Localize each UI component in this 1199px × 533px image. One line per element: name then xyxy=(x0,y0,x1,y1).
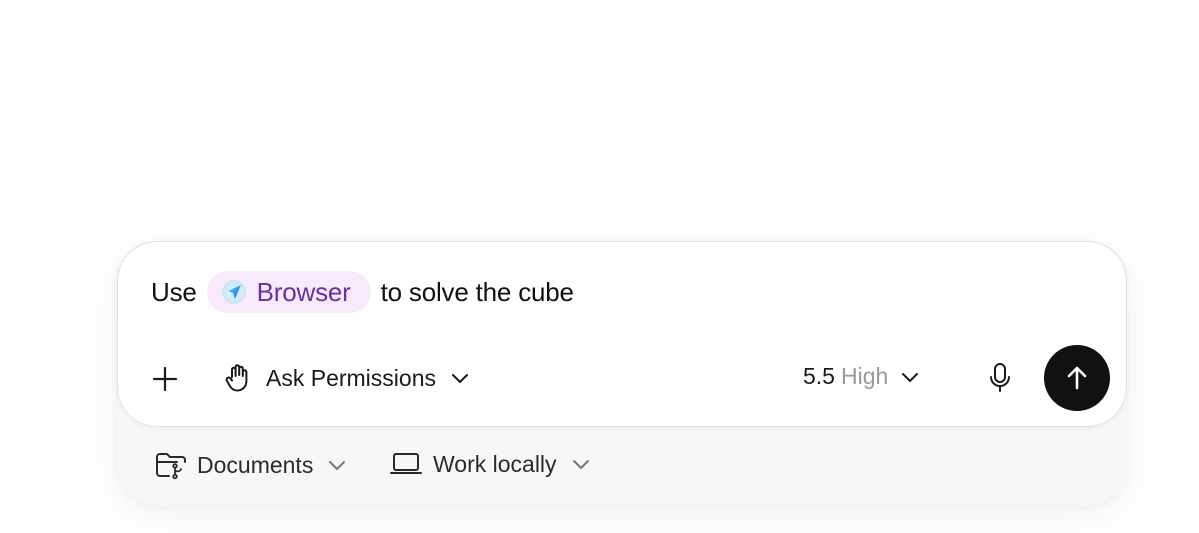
chevron-down-icon xyxy=(329,461,346,470)
prompt-text-after: to solve the cube xyxy=(380,276,574,307)
model-selector[interactable]: 5.5 High xyxy=(803,363,920,390)
permissions-label: Ask Permissions xyxy=(266,364,436,391)
chevron-down-icon xyxy=(451,374,468,383)
prompt-text[interactable]: Use Browser to solve the cube xyxy=(151,270,574,314)
environment-label: Work locally xyxy=(433,450,557,477)
arrow-up-icon xyxy=(1067,366,1087,390)
browser-mention-label: Browser xyxy=(256,276,351,307)
prompt-text-before: Use xyxy=(151,276,197,307)
folder-selector[interactable]: Documents xyxy=(155,450,347,480)
add-button[interactable] xyxy=(151,365,179,393)
folder-label: Documents xyxy=(197,451,314,478)
permissions-dropdown[interactable]: Ask Permissions xyxy=(224,362,470,394)
chevron-down-icon xyxy=(902,372,919,382)
browser-mention-chip[interactable]: Browser xyxy=(206,271,371,313)
microphone-icon xyxy=(990,363,1010,392)
plus-icon xyxy=(152,366,178,392)
folder-icon xyxy=(156,453,186,480)
chevron-down-icon xyxy=(572,460,589,469)
laptop-icon xyxy=(390,453,422,474)
send-button[interactable] xyxy=(1044,345,1110,411)
voice-input-button[interactable] xyxy=(988,362,1012,394)
model-effort: High xyxy=(840,363,889,389)
browser-icon xyxy=(221,280,246,304)
hand-icon xyxy=(225,364,248,392)
environment-selector[interactable]: Work locally xyxy=(389,450,591,478)
prompt-composer[interactable]: Use Browser to solve the cube Ask Permis… xyxy=(117,241,1127,427)
model-version: 5.5 xyxy=(803,363,835,389)
